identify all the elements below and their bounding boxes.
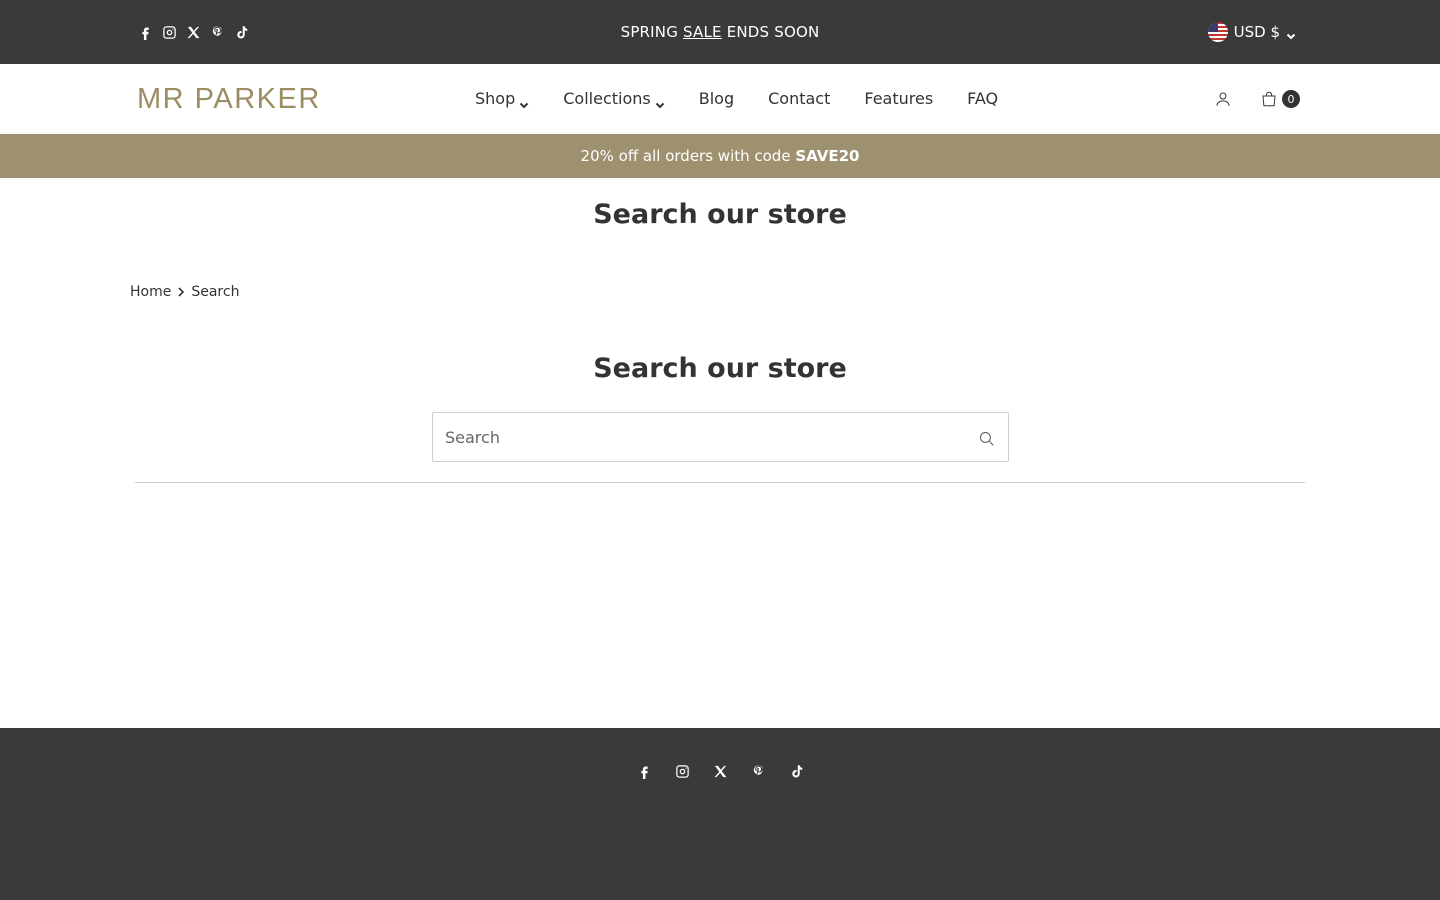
section-divider (135, 482, 1305, 483)
tiktok-icon[interactable] (786, 761, 806, 781)
search-icon[interactable] (976, 428, 996, 448)
nav-label: FAQ (967, 89, 999, 108)
search-input[interactable] (433, 413, 953, 461)
account-icon[interactable] (1212, 88, 1234, 110)
main-nav: Shop Collections Blog Contact Features F… (475, 88, 998, 110)
shopping-bag-icon (1258, 88, 1280, 110)
pinterest-icon[interactable] (748, 761, 768, 781)
announcement-suffix: ENDS SOON (721, 23, 820, 41)
breadcrumb-current: Search (191, 284, 240, 300)
nav-item-faq[interactable]: FAQ (967, 88, 998, 110)
x-twitter-icon[interactable] (710, 761, 730, 781)
page-title: Search our store (593, 199, 847, 230)
instagram-icon[interactable] (672, 761, 692, 781)
site-header: MR PARKER Shop Collections Blog Contact … (0, 64, 1440, 134)
sale-link[interactable]: SALE (683, 23, 722, 41)
store-logo[interactable]: MR PARKER (137, 84, 321, 114)
nav-label: Shop (475, 89, 516, 108)
announcement-prefix: SPRING (620, 23, 684, 41)
nav-item-collections[interactable]: Collections (563, 88, 664, 110)
search-form (432, 412, 1009, 462)
chevron-right-icon (177, 287, 185, 297)
nav-label: Collections (563, 89, 651, 108)
nav-item-shop[interactable]: Shop (475, 88, 529, 110)
chevron-down-icon (1286, 27, 1296, 40)
nav-label: Contact (768, 89, 831, 108)
announcement-bar: SPRING SALE ENDS SOON USD $ (0, 0, 1440, 64)
nav-label: Blog (698, 89, 735, 108)
currency-label: USD $ (1233, 23, 1280, 41)
promo-code: SAVE20 (795, 147, 860, 165)
site-footer (0, 728, 1440, 900)
footer-social-links (0, 761, 1440, 781)
nav-item-contact[interactable]: Contact (768, 88, 830, 110)
us-flag-icon (1207, 22, 1228, 42)
promo-text: 20% off all orders with code (580, 147, 796, 165)
breadcrumb: Home Search (130, 283, 239, 301)
search-section-title: Search our store (593, 353, 847, 384)
nav-item-features[interactable]: Features (864, 88, 933, 110)
cart-count-badge: 0 (1282, 90, 1300, 108)
breadcrumb-home[interactable]: Home (130, 283, 171, 301)
chevron-down-icon (519, 94, 529, 109)
nav-label: Features (864, 89, 934, 108)
promo-banner: 20% off all orders with code SAVE20 (0, 134, 1440, 178)
facebook-icon[interactable] (634, 761, 654, 781)
header-actions: 0 (1212, 88, 1300, 110)
nav-item-blog[interactable]: Blog (699, 88, 734, 110)
cart-button[interactable]: 0 (1258, 88, 1300, 110)
currency-selector[interactable]: USD $ (1207, 20, 1296, 44)
chevron-down-icon (655, 94, 665, 109)
